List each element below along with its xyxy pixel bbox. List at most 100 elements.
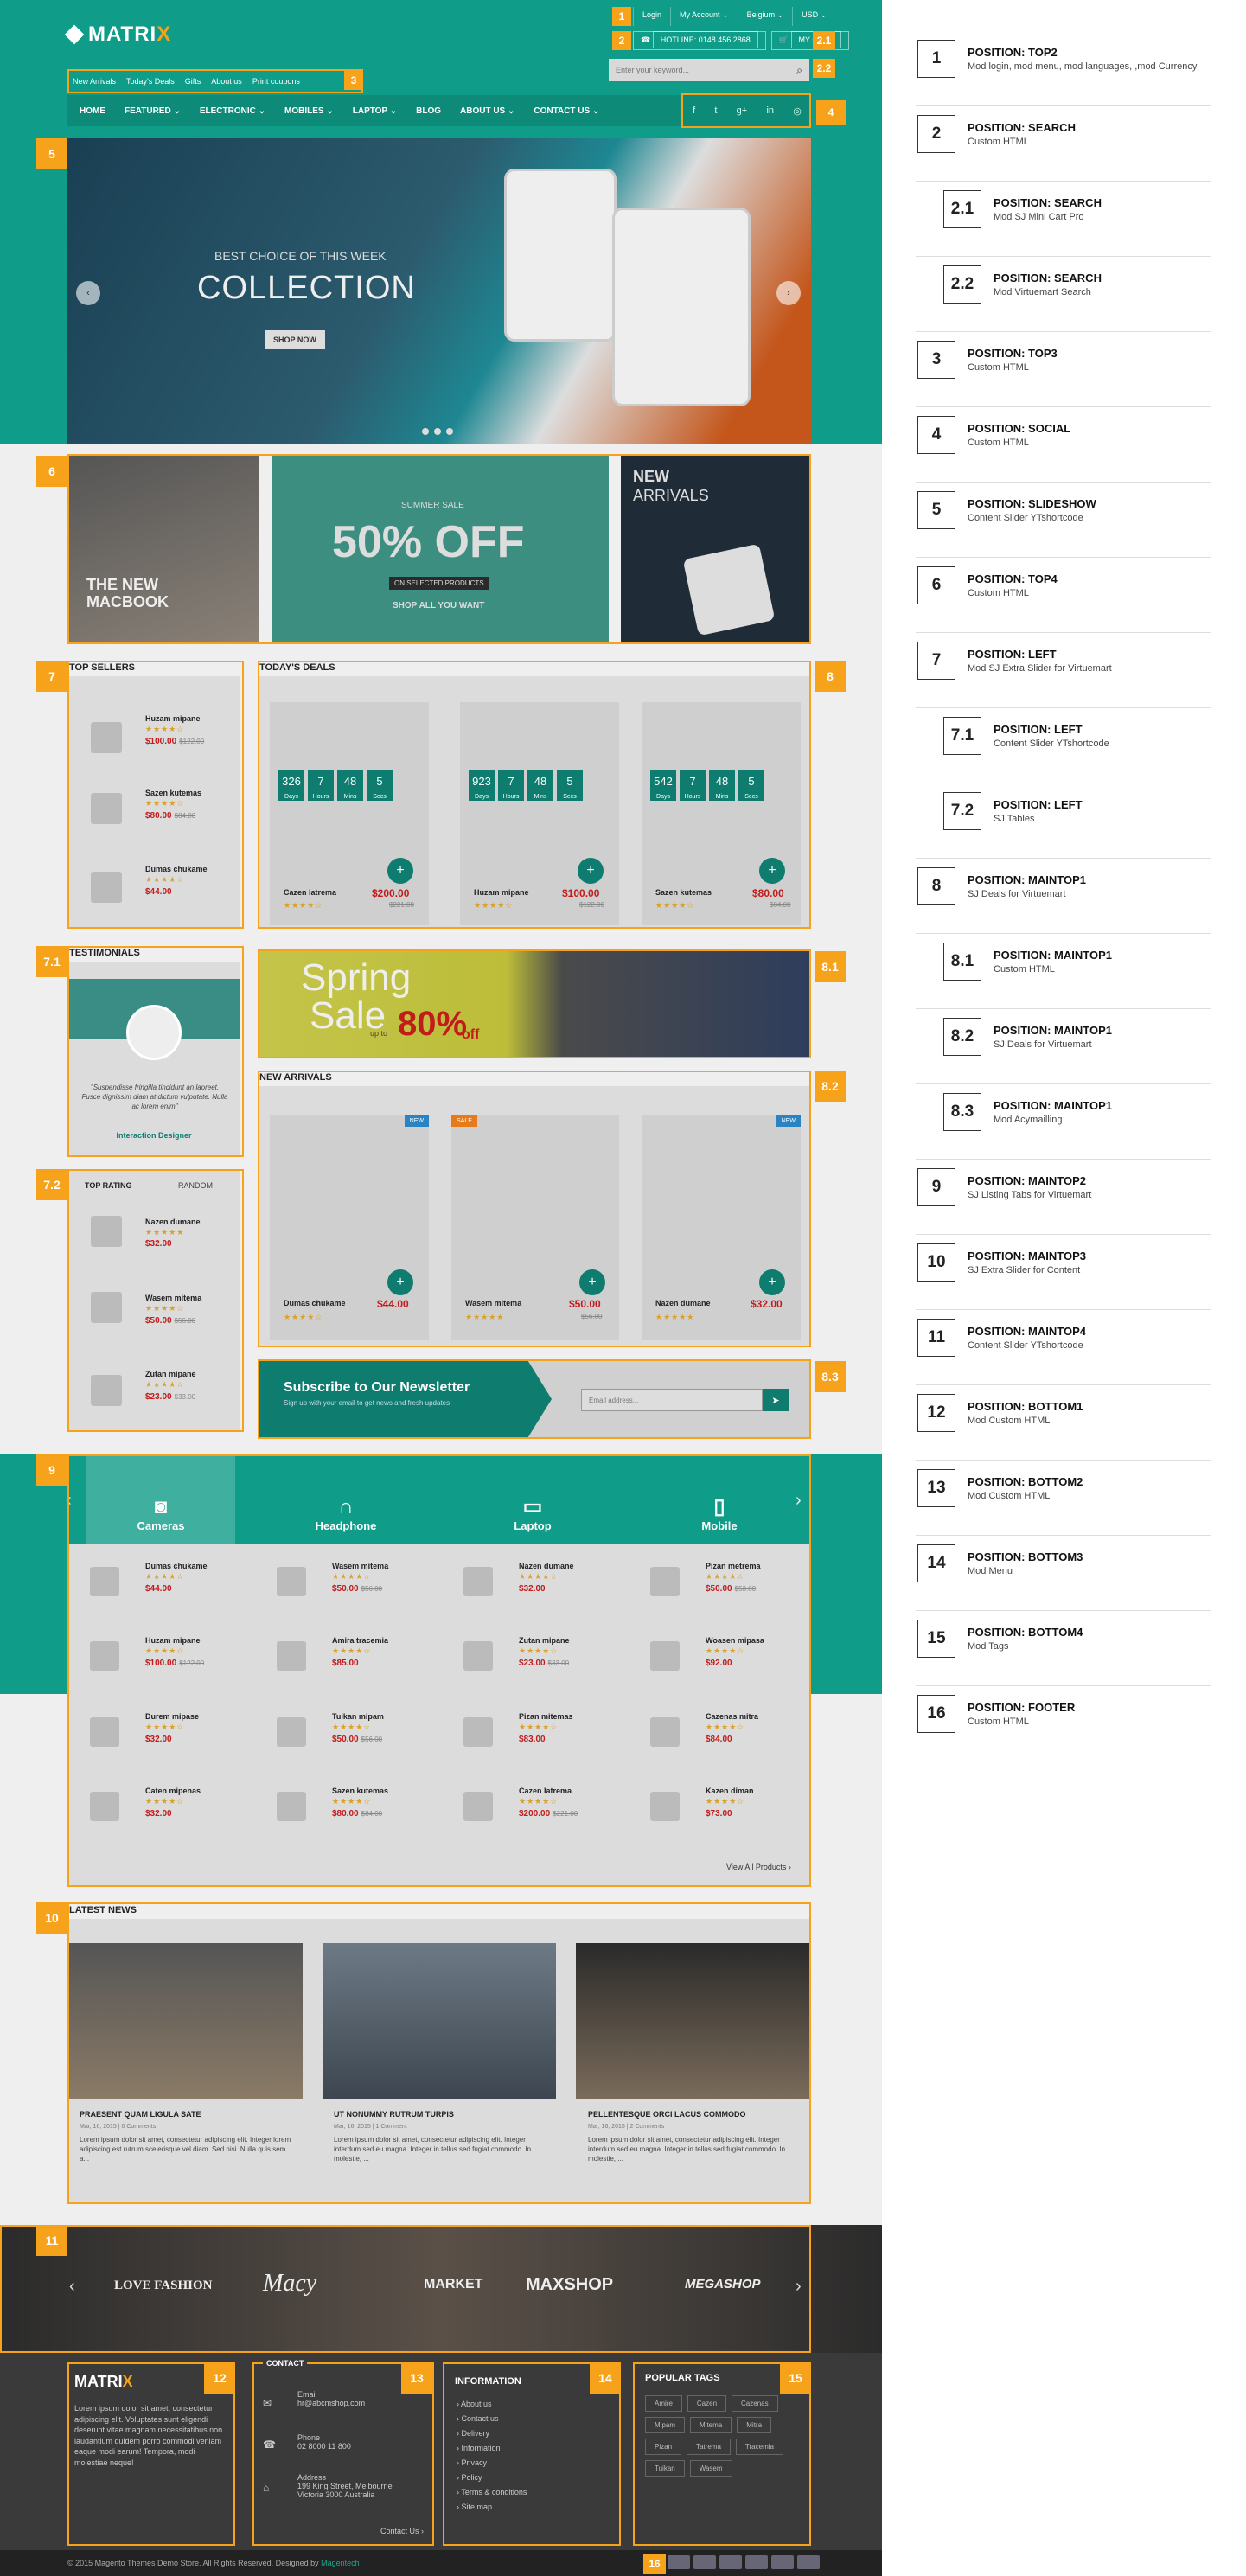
legend-item: 5 POSITION: SLIDESHOW Content Slider YTsho… <box>916 483 1211 558</box>
tag-link[interactable]: Wasem <box>689 2460 732 2477</box>
position-marker: 8.2 <box>815 1071 846 1102</box>
tag-link[interactable]: Tuikan <box>645 2460 685 2477</box>
my-account-menu[interactable]: My Account ⌄ <box>670 7 738 26</box>
tag-link[interactable]: Tatrema <box>687 2439 731 2455</box>
position-outline <box>67 661 244 929</box>
cart-button[interactable]: 🛒 MY CART <box>770 31 849 50</box>
legend-item: 7.2 POSITION: LEFT SJ Tables <box>916 783 1211 859</box>
site-logo[interactable]: MATRIX <box>64 22 171 47</box>
tag-link[interactable]: Mitema <box>690 2417 732 2433</box>
position-outline <box>258 1359 811 1439</box>
position-marker: 7.1 <box>36 946 67 977</box>
search-icon[interactable]: ⌕ <box>796 64 802 77</box>
slide-dots[interactable] <box>422 428 453 435</box>
nav-featured[interactable]: FEATURED ⌄ <box>125 106 181 116</box>
discover-icon <box>668 2555 690 2569</box>
legend-item: 4 POSITION: SOCIAL Custom HTML <box>916 407 1211 483</box>
currency-select[interactable]: USD ⌄ <box>792 7 835 26</box>
legend-item: 8 POSITION: MAINTOP1 SJ Deals for Virtuema… <box>916 859 1211 934</box>
legend-item: 15 POSITION: BOTTOM4 Mod Tags <box>916 1611 1211 1686</box>
position-marker: 2.1 <box>813 31 835 50</box>
phone-icon: ☎ <box>263 2439 276 2451</box>
nav-home[interactable]: HOME <box>80 106 105 116</box>
tag-link[interactable]: Pizan <box>645 2439 682 2455</box>
legend-item: 1 POSITION: TOP2 Mod login, mod menu, mod … <box>916 31 1211 106</box>
legend-item: 3 POSITION: TOP3 Custom HTML <box>916 332 1211 407</box>
slide-prev-arrow[interactable]: ‹ <box>76 281 100 305</box>
legend-item: 16 POSITION: FOOTER Custom HTML <box>916 1686 1211 1761</box>
position-outline <box>67 1902 811 2204</box>
position-outline <box>67 1169 244 1432</box>
nav-electronic[interactable]: ELECTRONIC ⌄ <box>200 106 265 116</box>
position-marker: 7.2 <box>36 1169 67 1200</box>
legend-item: 2.1 POSITION: SEARCH Mod SJ Mini Cart Pro <box>916 182 1211 257</box>
payment-icons <box>668 2555 820 2571</box>
demo-page: MATRIX Login My Account ⌄ Belgium ⌄ USD … <box>0 0 882 2576</box>
position-outline <box>258 661 811 929</box>
nav-mobiles[interactable]: MOBILES ⌄ <box>284 106 334 116</box>
language-select[interactable]: Belgium ⌄ <box>737 7 793 26</box>
tag-link[interactable]: Cazen <box>687 2395 727 2412</box>
legend-item: 8.3 POSITION: MAINTOP1 Mod Acymailling <box>916 1084 1211 1160</box>
position-marker: 14 <box>590 2362 621 2394</box>
amex-icon <box>745 2555 768 2569</box>
position-marker: 2 <box>612 31 631 50</box>
footer-link[interactable]: › Policy <box>457 2471 607 2485</box>
tag-link[interactable]: Cazenas <box>732 2395 778 2412</box>
position-marker: 3 <box>344 71 363 90</box>
legend-item: 8.1 POSITION: MAINTOP1 Custom HTML <box>916 934 1211 1009</box>
slide-next-arrow[interactable]: › <box>776 281 801 305</box>
tag-link[interactable]: Mipam <box>645 2417 686 2433</box>
position-marker: 5 <box>36 138 67 169</box>
position-marker: 8.3 <box>815 1361 846 1392</box>
visa-icon <box>797 2555 820 2569</box>
position-outline <box>67 69 363 93</box>
logo-icon <box>64 24 85 45</box>
position-marker: 6 <box>36 456 67 487</box>
footer-link[interactable]: › Site map <box>457 2500 607 2515</box>
nav-laptop[interactable]: LAPTOP ⌄ <box>353 106 397 116</box>
ipad-image <box>504 169 617 342</box>
footer-link[interactable]: › Information <box>457 2441 607 2456</box>
nav-about[interactable]: ABOUT US ⌄ <box>460 106 514 116</box>
ipad-image <box>612 208 751 406</box>
legend-item: 7 POSITION: LEFT Mod SJ Extra Slider for V… <box>916 633 1211 708</box>
legend-item: 7.1 POSITION: LEFT Content Slider YTshortc… <box>916 708 1211 783</box>
position-outline <box>258 949 811 1058</box>
position-outline <box>67 946 244 1157</box>
position-marker: 4 <box>816 100 846 125</box>
nav-blog[interactable]: BLOG <box>416 106 441 116</box>
slide-title: COLLECTION <box>197 270 416 306</box>
nav-contact[interactable]: CONTACT US ⌄ <box>534 106 599 116</box>
contact-us-link[interactable]: Contact Us › <box>380 2527 424 2535</box>
position-marker: 7 <box>36 661 67 692</box>
tag-link[interactable]: Mitra <box>737 2417 772 2433</box>
legend-item: 14 POSITION: BOTTOM3 Mod Menu <box>916 1536 1211 1611</box>
position-marker: 12 <box>204 2362 235 2394</box>
email-icon: ✉ <box>263 2397 272 2409</box>
top-links: Login My Account ⌄ Belgium ⌄ USD ⌄ <box>633 7 835 26</box>
legend-item: 2 POSITION: SEARCH Custom HTML <box>916 106 1211 182</box>
footer-link[interactable]: › About us <box>457 2397 607 2412</box>
footer-link[interactable]: › Privacy <box>457 2456 607 2471</box>
legend-item: 13 POSITION: BOTTOM2 Mod Custom HTML <box>916 1461 1211 1536</box>
legend-item: 8.2 POSITION: MAINTOP1 SJ Deals for Virtue… <box>916 1009 1211 1084</box>
shop-now-button[interactable]: SHOP NOW <box>265 330 325 349</box>
designer-link[interactable]: Magentech <box>321 2559 360 2567</box>
position-marker: 8 <box>815 661 846 692</box>
tag-link[interactable]: Tracemia <box>735 2439 783 2455</box>
footer-link[interactable]: › Delivery <box>457 2426 607 2441</box>
slide-subtitle: BEST CHOICE OF THIS WEEK <box>214 249 387 263</box>
footer-link[interactable]: › Contact us <box>457 2412 607 2426</box>
search-input[interactable]: Enter your keyword... ⌕ <box>609 59 809 81</box>
legend-item: 12 POSITION: BOTTOM1 Mod Custom HTML <box>916 1385 1211 1461</box>
footer-link[interactable]: › Terms & conditions <box>457 2485 607 2500</box>
position-outline <box>681 93 811 128</box>
position-outline <box>258 1071 811 1347</box>
tag-link[interactable]: Amire <box>645 2395 682 2412</box>
legend-item: 6 POSITION: TOP4 Custom HTML <box>916 558 1211 633</box>
legend-item: 9 POSITION: MAINTOP2 SJ Listing Tabs for V… <box>916 1160 1211 1235</box>
login-link[interactable]: Login <box>633 7 670 26</box>
paypal-icon <box>719 2555 742 2569</box>
position-marker: 9 <box>36 1454 67 1486</box>
